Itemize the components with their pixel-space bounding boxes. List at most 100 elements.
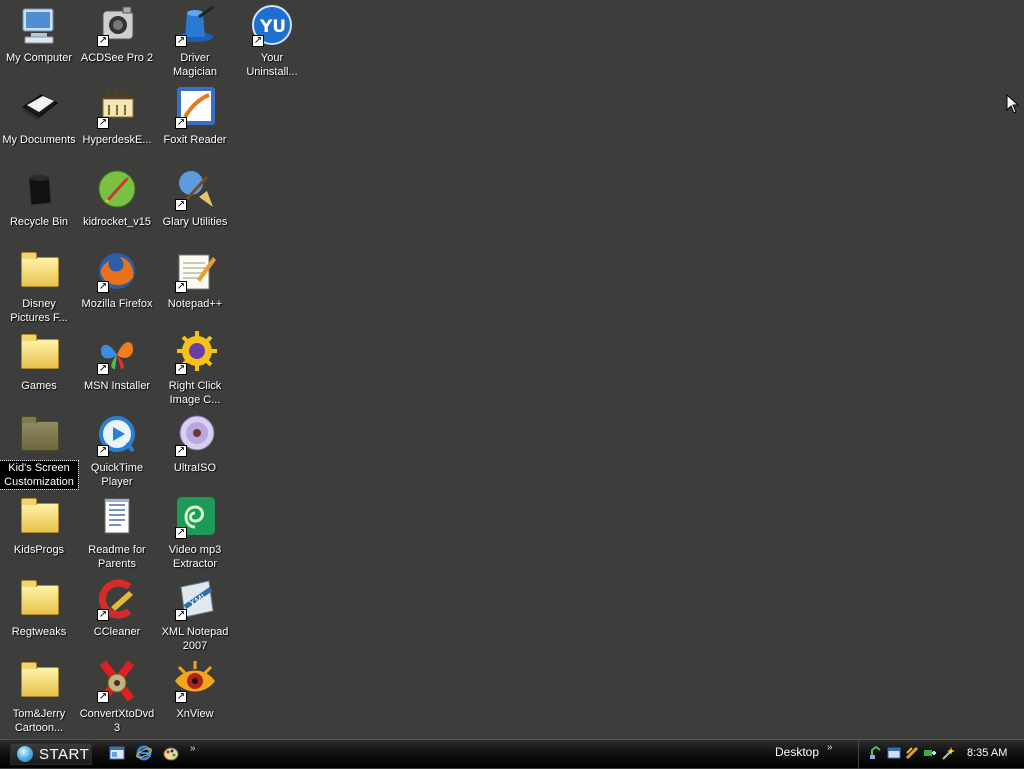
shortcut-arrow-icon: ↗	[97, 117, 109, 129]
computer-icon	[17, 3, 61, 47]
icon-convertxtodvd[interactable]: ↗ ConvertXtoDvd 3	[78, 656, 156, 736]
icon-foxit-reader[interactable]: ↗ Foxit Reader	[156, 82, 234, 162]
icon-kidsprogs-folder[interactable]: KidsProgs	[0, 492, 78, 572]
taskbar: START » Desktop » 8:35 AM	[0, 739, 1024, 769]
connection-icon[interactable]	[923, 746, 937, 760]
icon-readme-for-parents[interactable]: Readme for Parents	[78, 492, 156, 572]
icon-label: Your Uninstall...	[246, 52, 298, 78]
icon-label: My Computer	[5, 52, 73, 64]
icon-ultraiso[interactable]: ↗ UltraISO	[156, 410, 234, 490]
icon-label: CCleaner	[93, 626, 141, 638]
icon-label: XML Notepad 2007	[161, 626, 229, 652]
xml-notepad-icon: XML ↗	[173, 577, 217, 621]
shortcut-arrow-icon: ↗	[175, 527, 187, 539]
shortcut-arrow-icon: ↗	[97, 445, 109, 457]
window-icon[interactable]	[887, 746, 901, 760]
tools-icon[interactable]	[905, 746, 919, 760]
icon-notepad-plus-plus[interactable]: ↗ Notepad++	[156, 246, 234, 326]
icon-driver-magician[interactable]: ↗ Driver Magician	[156, 0, 234, 80]
quicktime-icon: ↗	[95, 413, 139, 457]
icon-label: My Documents	[2, 134, 76, 146]
paint-icon[interactable]	[163, 745, 179, 761]
clock[interactable]: 8:35 AM	[967, 747, 1007, 759]
icon-label: Mozilla Firefox	[81, 298, 153, 310]
icon-msn-installer[interactable]: ↗ MSN Installer	[78, 328, 156, 408]
icon-label: XnView	[176, 708, 214, 720]
desktop[interactable]: My Computer My Documents Recycle Bin Dis…	[0, 0, 1024, 739]
shortcut-arrow-icon: ↗	[175, 281, 187, 293]
icon-xml-notepad-2007[interactable]: XML ↗ XML Notepad 2007	[156, 574, 234, 654]
msn-butterfly-icon: ↗	[95, 331, 139, 375]
ccleaner-icon: ↗	[95, 577, 139, 621]
folder-icon	[17, 413, 61, 457]
icon-kids-screen-customization-folder[interactable]: Kid's Screen Customization	[0, 410, 79, 490]
text-document-icon	[95, 495, 139, 539]
network-icon[interactable]	[869, 746, 883, 760]
gear-sun-icon: ↗	[173, 331, 217, 375]
shortcut-arrow-icon: ↗	[97, 35, 109, 47]
notepad-icon: ↗	[173, 249, 217, 293]
shortcut-arrow-icon: ↗	[97, 609, 109, 621]
rocket-icon	[95, 167, 139, 211]
icon-label: Notepad++	[167, 298, 223, 310]
icon-hyperdesk[interactable]: ↗ HyperdeskE...	[78, 82, 156, 162]
folder-icon	[17, 495, 61, 539]
explorer-icon[interactable]	[109, 745, 125, 761]
icon-label: Games	[21, 380, 57, 392]
start-label: START	[39, 745, 90, 763]
shortcut-arrow-icon: ↗	[175, 35, 187, 47]
icon-label: QuickTime Player	[90, 462, 144, 488]
icon-my-documents[interactable]: My Documents	[0, 82, 78, 162]
icon-video-mp3-extractor[interactable]: ↗ Video mp3 Extractor	[156, 492, 234, 572]
icon-ccleaner[interactable]: ↗ CCleaner	[78, 574, 156, 654]
shortcut-arrow-icon: ↗	[97, 281, 109, 293]
icon-right-click-image[interactable]: ↗ Right Click Image C...	[156, 328, 234, 408]
internet-explorer-icon[interactable]	[136, 745, 152, 761]
icon-xnview[interactable]: ↗ XnView	[156, 656, 234, 736]
icon-label: HyperdeskE...	[82, 134, 152, 146]
system-tray: 8:35 AM	[858, 740, 1024, 769]
shortcut-arrow-icon: ↗	[175, 609, 187, 621]
icon-tom-jerry-folder[interactable]: Tom&Jerry Cartoon...	[0, 656, 78, 736]
icon-label: Glary Utilities	[162, 216, 228, 228]
icon-label: Disney Pictures F...	[10, 298, 68, 324]
wand-icon[interactable]	[941, 746, 955, 760]
icon-label: Driver Magician	[172, 52, 218, 78]
icon-label: kidrocket_v15	[83, 216, 151, 228]
desktop-toolbar-label[interactable]: Desktop	[775, 745, 819, 759]
icon-kidrocket[interactable]: kidrocket_v15	[78, 164, 156, 244]
acdsee-icon: ↗	[95, 3, 139, 47]
disc-icon: ↗	[173, 413, 217, 457]
documents-icon	[17, 85, 61, 129]
icon-mozilla-firefox[interactable]: ↗ Mozilla Firefox	[78, 246, 156, 326]
icon-recycle-bin[interactable]: Recycle Bin	[0, 164, 78, 244]
foxit-reader-icon: ↗	[173, 85, 217, 129]
shortcut-arrow-icon: ↗	[175, 363, 187, 375]
icon-label: Tom&Jerry Cartoon...	[12, 708, 66, 734]
magician-hat-icon: ↗	[173, 3, 217, 47]
folder-icon	[17, 659, 61, 703]
icon-regtweaks-folder[interactable]: Regtweaks	[0, 574, 78, 654]
icon-quicktime-player[interactable]: ↗ QuickTime Player	[78, 410, 156, 490]
desktop-toolbar-more-button[interactable]: »	[827, 742, 833, 753]
folder-icon	[17, 577, 61, 621]
start-button[interactable]: START	[10, 743, 92, 765]
uninstaller-icon: YU ↗	[250, 3, 294, 47]
convertx-icon: ↗	[95, 659, 139, 703]
icon-glary-utilities[interactable]: ↗ Glary Utilities	[156, 164, 234, 244]
folder-icon	[17, 331, 61, 375]
icon-your-uninstaller[interactable]: YU ↗ Your Uninstall...	[233, 0, 311, 80]
quicklaunch-more-button[interactable]: »	[190, 743, 196, 754]
icon-disney-pictures-folder[interactable]: Disney Pictures F...	[0, 246, 78, 326]
shortcut-arrow-icon: ↗	[252, 35, 264, 47]
folder-icon	[17, 249, 61, 293]
start-orb-icon	[17, 746, 33, 762]
icon-label: Video mp3 Extractor	[168, 544, 222, 570]
icon-label: Regtweaks	[11, 626, 67, 638]
icon-games-folder[interactable]: Games	[0, 328, 78, 408]
icon-label: Right Click Image C...	[168, 380, 222, 406]
icon-acdsee[interactable]: ↗ ACDSee Pro 2	[78, 0, 156, 80]
mouse-cursor-icon	[1006, 94, 1020, 114]
icon-label: Readme for Parents	[88, 544, 146, 570]
icon-my-computer[interactable]: My Computer	[0, 0, 78, 80]
